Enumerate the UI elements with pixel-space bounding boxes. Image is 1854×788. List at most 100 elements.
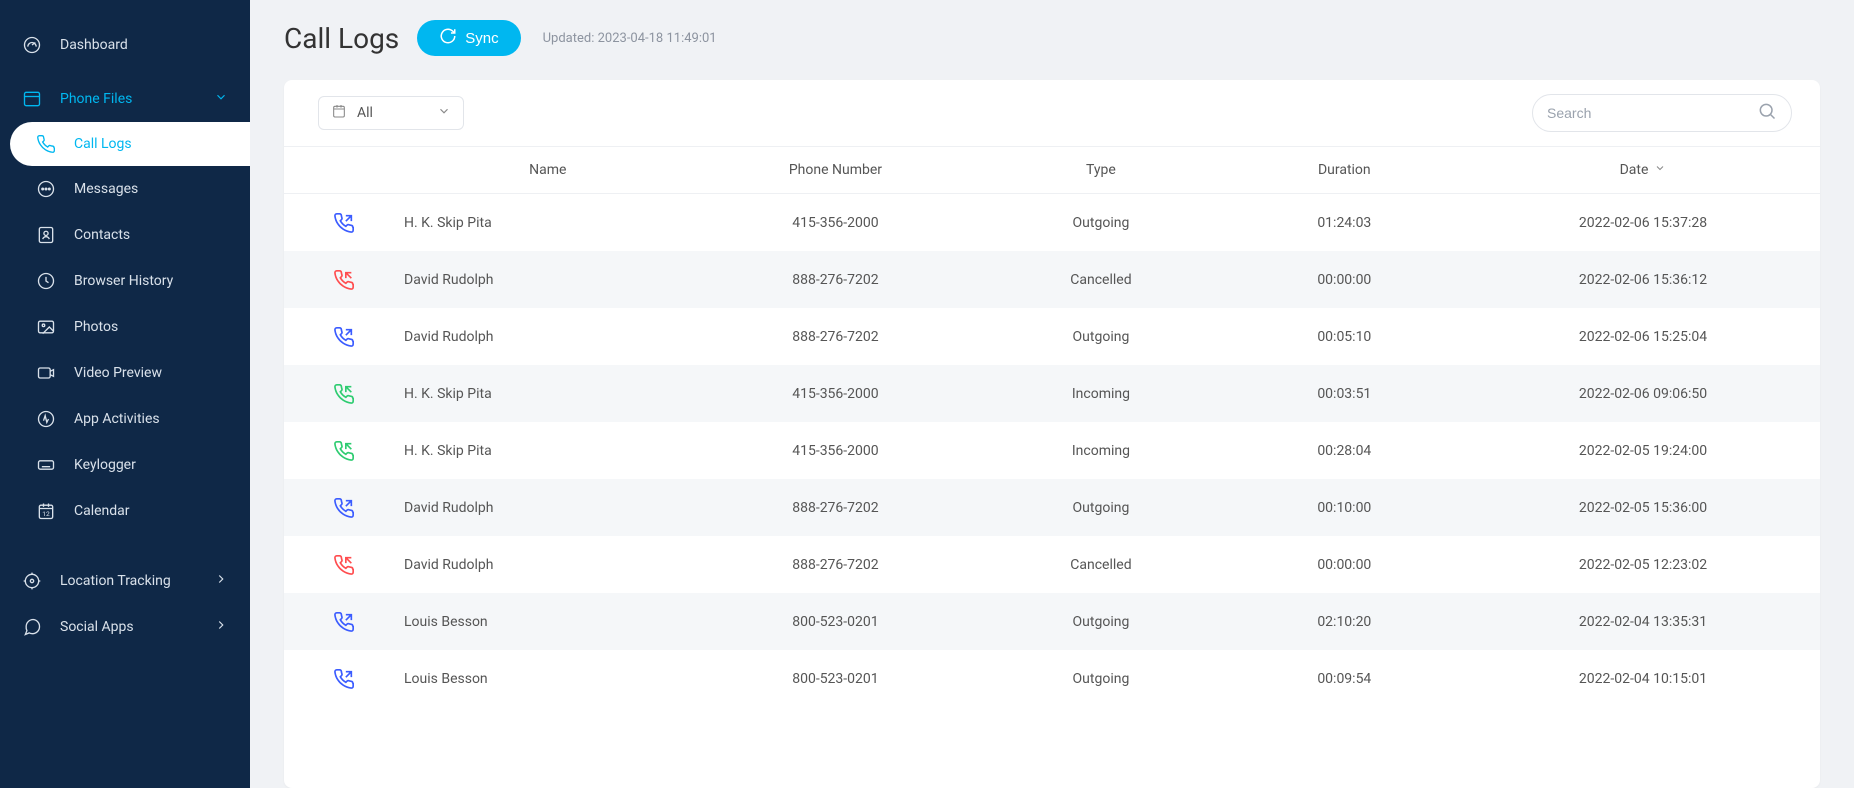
table-row[interactable]: Louis Besson 800-523-0201 Outgoing 00:09… <box>284 650 1820 707</box>
cell-phone: 415-356-2000 <box>692 215 980 231</box>
table-row[interactable]: H. K. Skip Pita 415-356-2000 Incoming 00… <box>284 365 1820 422</box>
sidebar-item-calendar[interactable]: 12 Calendar <box>0 488 250 534</box>
table-body[interactable]: H. K. Skip Pita 415-356-2000 Outgoing 01… <box>284 194 1820 788</box>
search-box[interactable] <box>1532 94 1792 132</box>
sidebar-item-social-apps[interactable]: Social Apps <box>0 604 250 650</box>
table-row[interactable]: Louis Besson 800-523-0201 Outgoing 02:10… <box>284 593 1820 650</box>
sidebar-label: App Activities <box>74 411 160 427</box>
cell-name: David Rudolph <box>404 500 692 516</box>
sidebar-section-phone-files[interactable]: Phone Files <box>0 76 250 122</box>
sidebar-label: Calendar <box>74 503 130 519</box>
sidebar-item-contacts[interactable]: Contacts <box>0 212 250 258</box>
call-direction-icon <box>284 440 404 462</box>
refresh-icon <box>439 27 457 49</box>
table-row[interactable]: David Rudolph 888-276-7202 Cancelled 00:… <box>284 536 1820 593</box>
cell-type: Outgoing <box>979 215 1222 231</box>
cell-duration: 00:10:00 <box>1223 500 1466 516</box>
sidebar-item-call-logs[interactable]: Call Logs <box>10 122 250 166</box>
sidebar-item-photos[interactable]: Photos <box>0 304 250 350</box>
cell-type: Incoming <box>979 443 1222 459</box>
page-header: Call Logs Sync Updated: 2023-04-18 11:49… <box>284 20 1820 56</box>
sidebar-item-dashboard[interactable]: Dashboard <box>0 22 250 68</box>
cell-type: Cancelled <box>979 557 1222 573</box>
sidebar-item-browser-history[interactable]: Browser History <box>0 258 250 304</box>
keyboard-icon <box>36 455 56 475</box>
cell-duration: 00:05:10 <box>1223 329 1466 345</box>
chevron-down-icon <box>437 104 451 122</box>
chevron-right-icon <box>214 618 228 636</box>
sidebar-item-location-tracking[interactable]: Location Tracking <box>0 558 250 604</box>
table-row[interactable]: David Rudolph 888-276-7202 Outgoing 00:0… <box>284 308 1820 365</box>
updated-text: Updated: 2023-04-18 11:49:01 <box>543 31 717 46</box>
cell-duration: 00:09:54 <box>1223 671 1466 687</box>
image-icon <box>36 317 56 337</box>
chat-icon <box>22 617 42 637</box>
contacts-icon <box>36 225 56 245</box>
cell-phone: 888-276-7202 <box>692 272 980 288</box>
phone-icon <box>36 134 56 154</box>
cell-date: 2022-02-06 15:37:28 <box>1466 215 1820 231</box>
history-icon <box>36 271 56 291</box>
sync-label: Sync <box>465 30 498 47</box>
cell-duration: 00:03:51 <box>1223 386 1466 402</box>
chevron-right-icon <box>214 572 228 590</box>
call-direction-icon <box>284 554 404 576</box>
search-input[interactable] <box>1547 105 1747 121</box>
search-icon <box>1757 101 1777 125</box>
message-icon <box>36 179 56 199</box>
filter-label: All <box>357 105 373 121</box>
call-direction-icon <box>284 383 404 405</box>
sidebar-label: Location Tracking <box>60 573 171 589</box>
cell-phone: 415-356-2000 <box>692 443 980 459</box>
sidebar-item-video-preview[interactable]: Video Preview <box>0 350 250 396</box>
sidebar-label: Browser History <box>74 273 173 289</box>
table-row[interactable]: David Rudolph 888-276-7202 Cancelled 00:… <box>284 251 1820 308</box>
sidebar-item-app-activities[interactable]: App Activities <box>0 396 250 442</box>
sidebar-item-messages[interactable]: Messages <box>0 166 250 212</box>
table-row[interactable]: David Rudolph 888-276-7202 Outgoing 00:1… <box>284 479 1820 536</box>
sidebar-label: Messages <box>74 181 138 197</box>
sidebar-label: Phone Files <box>60 91 132 107</box>
page-title: Call Logs <box>284 22 399 55</box>
th-date[interactable]: Date <box>1466 162 1820 178</box>
cell-phone: 888-276-7202 <box>692 557 980 573</box>
cell-date: 2022-02-05 12:23:02 <box>1466 557 1820 573</box>
sync-button[interactable]: Sync <box>417 20 520 56</box>
cell-name: David Rudolph <box>404 272 692 288</box>
cell-duration: 00:00:00 <box>1223 272 1466 288</box>
sidebar-item-keylogger[interactable]: Keylogger <box>0 442 250 488</box>
filter-dropdown[interactable]: All <box>318 96 464 130</box>
sort-icon <box>1654 162 1666 178</box>
cell-duration: 00:00:00 <box>1223 557 1466 573</box>
table-row[interactable]: H. K. Skip Pita 415-356-2000 Incoming 00… <box>284 422 1820 479</box>
table-header: Name Phone Number Type Duration Date <box>284 146 1820 194</box>
cell-duration: 01:24:03 <box>1223 215 1466 231</box>
content-card: All Name Phone Number Type Duration Date <box>284 80 1820 788</box>
cell-type: Outgoing <box>979 671 1222 687</box>
cell-date: 2022-02-05 15:36:00 <box>1466 500 1820 516</box>
cell-date: 2022-02-05 19:24:00 <box>1466 443 1820 459</box>
calendar-small-icon <box>331 103 347 123</box>
th-phone: Phone Number <box>692 162 980 178</box>
cell-date: 2022-02-04 10:15:01 <box>1466 671 1820 687</box>
th-duration: Duration <box>1223 162 1466 178</box>
call-direction-icon <box>284 611 404 633</box>
cell-type: Outgoing <box>979 614 1222 630</box>
activity-icon <box>36 409 56 429</box>
sidebar-label: Social Apps <box>60 619 134 635</box>
cell-type: Outgoing <box>979 500 1222 516</box>
cell-phone: 888-276-7202 <box>692 329 980 345</box>
cell-name: David Rudolph <box>404 329 692 345</box>
cell-name: H. K. Skip Pita <box>404 443 692 459</box>
sidebar-label: Call Logs <box>74 136 132 152</box>
cell-duration: 02:10:20 <box>1223 614 1466 630</box>
call-direction-icon <box>284 497 404 519</box>
cell-phone: 415-356-2000 <box>692 386 980 402</box>
cell-name: H. K. Skip Pita <box>404 386 692 402</box>
location-icon <box>22 571 42 591</box>
sidebar-label: Keylogger <box>74 457 136 473</box>
table-row[interactable]: H. K. Skip Pita 415-356-2000 Outgoing 01… <box>284 194 1820 251</box>
sidebar-label: Dashboard <box>60 37 128 53</box>
sidebar: Dashboard Phone Files Call Logs Messages… <box>0 0 250 788</box>
cell-name: Louis Besson <box>404 671 692 687</box>
